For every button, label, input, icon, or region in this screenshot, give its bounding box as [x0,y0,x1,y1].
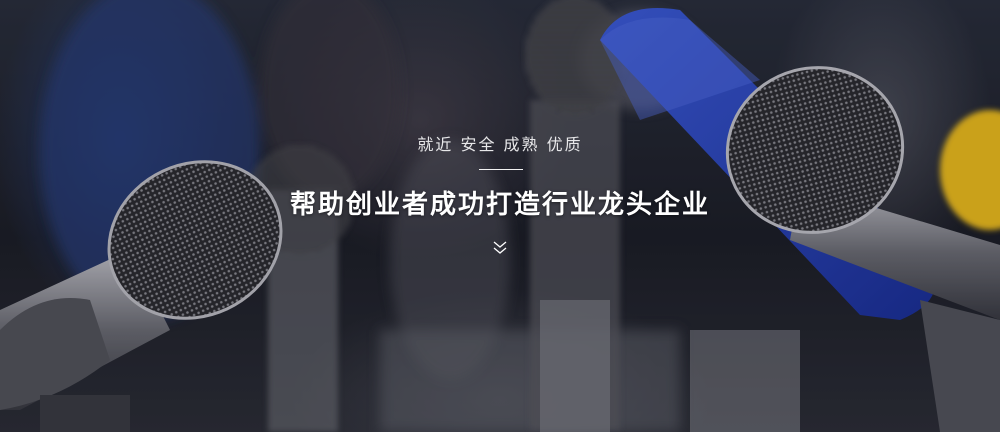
tagline: 就近 安全 成熟 优质 [417,135,583,154]
headline: 帮助创业者成功打造行业龙头企业 [289,190,710,220]
hero-banner: 就近 安全 成熟 优质 帮助创业者成功打造行业龙头企业 [0,0,1000,432]
title-divider [479,169,523,170]
double-chevron-down-icon[interactable] [490,238,510,258]
